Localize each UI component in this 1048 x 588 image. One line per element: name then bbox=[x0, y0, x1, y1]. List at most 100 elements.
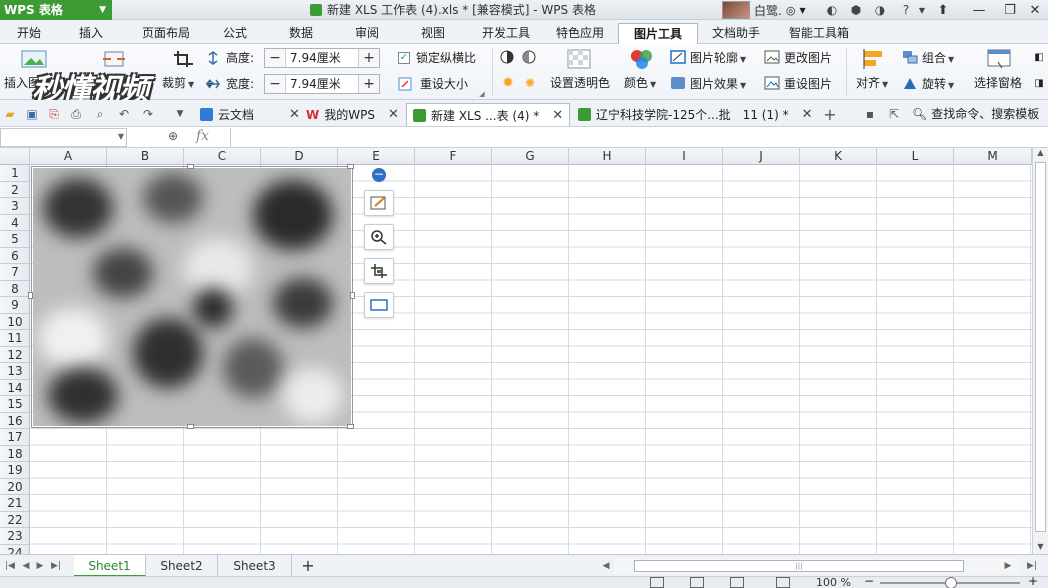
resize-handle[interactable] bbox=[187, 164, 194, 169]
edit-picture-button[interactable] bbox=[364, 190, 394, 216]
tab-my-wps[interactable]: W 我的WPS ✕ bbox=[300, 103, 405, 126]
picture-color-icon[interactable] bbox=[628, 48, 656, 70]
tab-developer[interactable]: 开发工具 bbox=[474, 23, 538, 44]
close-tab-icon[interactable]: ✕ bbox=[552, 108, 563, 123]
tab-page-layout[interactable]: 页面布局 bbox=[132, 23, 200, 44]
column-header[interactable]: B bbox=[107, 148, 184, 165]
zoom-out-icon[interactable]: − bbox=[864, 577, 874, 588]
page-break-view-icon[interactable] bbox=[690, 577, 704, 588]
picture-outline-button[interactable]: 图片轮廓 ▼ bbox=[690, 51, 746, 67]
row-header[interactable]: 17 bbox=[0, 429, 29, 446]
redo-icon[interactable]: ↷ bbox=[140, 106, 156, 122]
row-header[interactable]: 23 bbox=[0, 528, 29, 545]
zoom-picture-button[interactable] bbox=[364, 224, 394, 250]
tab-home[interactable]: 开始 bbox=[8, 23, 50, 44]
crop-picture-button[interactable] bbox=[364, 258, 394, 284]
increase-brightness-icon[interactable]: ✹ bbox=[500, 75, 516, 91]
close-button[interactable]: ✕ bbox=[1018, 0, 1048, 20]
undo-icon[interactable]: ↶ bbox=[116, 106, 132, 122]
compress-picture-icon[interactable] bbox=[100, 50, 128, 68]
row-header[interactable]: 15 bbox=[0, 396, 29, 413]
collapse-icon[interactable]: − bbox=[372, 168, 386, 182]
close-tab-icon[interactable]: ✕ bbox=[802, 107, 813, 122]
crop-icon[interactable] bbox=[172, 50, 196, 68]
close-tab-icon[interactable]: ✕ bbox=[289, 107, 300, 122]
width-stepper[interactable]: − 7.94厘米 + bbox=[264, 74, 380, 94]
ribbon-more-icon-2[interactable]: ◨ bbox=[1032, 76, 1046, 90]
height-input[interactable]: 7.94厘米 bbox=[285, 49, 359, 67]
decrease-width-button[interactable]: − bbox=[265, 75, 285, 93]
resize-handle[interactable] bbox=[347, 424, 354, 429]
tab-view[interactable]: 视图 bbox=[412, 23, 454, 44]
selection-pane-icon[interactable] bbox=[986, 48, 1012, 70]
resize-handle[interactable] bbox=[28, 292, 33, 299]
row-header[interactable]: 20 bbox=[0, 479, 29, 495]
decrease-height-button[interactable]: − bbox=[265, 49, 285, 67]
zoom-slider-knob[interactable] bbox=[945, 577, 957, 588]
row-header[interactable]: 6 bbox=[0, 248, 29, 264]
user-account[interactable]: 白鹭. ◎ ▼ bbox=[722, 1, 806, 19]
resize-handle[interactable] bbox=[187, 424, 194, 429]
prev-sheet-icon[interactable]: ◀ bbox=[20, 558, 32, 574]
scroll-up-icon[interactable]: ▲ bbox=[1033, 148, 1048, 160]
customize-toolbar-icon[interactable]: ▼ bbox=[172, 106, 188, 122]
chevron-down-icon[interactable]: ▼ bbox=[118, 132, 124, 141]
skin-switch-icon[interactable]: ◑ bbox=[872, 2, 888, 18]
feedback-icon[interactable]: ◐ bbox=[824, 2, 840, 18]
column-header[interactable]: G bbox=[492, 148, 569, 165]
increase-height-button[interactable]: + bbox=[359, 49, 379, 67]
minimize-button[interactable]: — bbox=[962, 0, 996, 20]
crop-button[interactable]: 裁剪 ▼ bbox=[162, 76, 194, 92]
set-transparent-color-icon[interactable] bbox=[566, 48, 592, 70]
pin-ribbon-button[interactable]: ⬆ bbox=[926, 0, 960, 20]
row-header[interactable]: 11 bbox=[0, 330, 29, 347]
next-sheet-icon[interactable]: ▶ bbox=[34, 558, 46, 574]
name-box[interactable]: ▼ bbox=[0, 128, 127, 147]
avatar[interactable] bbox=[722, 1, 750, 19]
close-tab-icon[interactable]: ✕ bbox=[388, 107, 399, 122]
decrease-brightness-icon[interactable]: ✺ bbox=[522, 75, 538, 91]
wps-menu-button[interactable]: WPS 表格 ▼ bbox=[0, 0, 112, 20]
tab-special-apps[interactable]: 特色应用 bbox=[548, 23, 612, 44]
row-header[interactable]: 5 bbox=[0, 231, 29, 248]
open-folder-icon[interactable]: ▰ bbox=[2, 106, 18, 122]
page-layout-view-icon[interactable] bbox=[730, 577, 744, 588]
scroll-left-icon[interactable]: ◀ bbox=[600, 558, 612, 574]
settings-icon[interactable]: ⬢ bbox=[848, 2, 864, 18]
zoom-formula-icon[interactable]: ⊕ bbox=[168, 129, 184, 145]
row-header[interactable]: 19 bbox=[0, 462, 29, 479]
scroll-end-icon[interactable]: ▶| bbox=[1026, 558, 1038, 574]
row-header[interactable]: 10 bbox=[0, 314, 29, 330]
ribbon-more-icon[interactable]: ◧ bbox=[1032, 50, 1046, 64]
width-input[interactable]: 7.94厘米 bbox=[285, 75, 359, 93]
horizontal-scrollbar[interactable]: ||| bbox=[614, 558, 1020, 574]
row-header[interactable]: 21 bbox=[0, 495, 29, 512]
save-icon[interactable]: ▣ bbox=[24, 106, 40, 122]
row-header[interactable]: 14 bbox=[0, 380, 29, 396]
skin-icon[interactable]: ◎ bbox=[786, 4, 796, 17]
row-header[interactable]: 18 bbox=[0, 446, 29, 462]
sheet-tab-sheet1[interactable]: Sheet1 bbox=[74, 555, 146, 577]
vertical-scroll-thumb[interactable] bbox=[1035, 162, 1046, 532]
row-header[interactable]: 9 bbox=[0, 297, 29, 314]
height-stepper[interactable]: − 7.94厘米 + bbox=[264, 48, 380, 68]
tab-review[interactable]: 审阅 bbox=[346, 23, 388, 44]
tab-other-workbook[interactable]: 辽宁科技学院-125个...批 11 (1) * ✕ bbox=[572, 103, 818, 126]
change-picture-button[interactable]: 更改图片 bbox=[784, 51, 832, 65]
formula-input[interactable] bbox=[230, 128, 1048, 147]
tab-current-workbook[interactable]: 新建 XLS ...表 (4) * ✕ bbox=[406, 103, 571, 126]
reset-size-button[interactable]: 重设大小 bbox=[420, 77, 468, 91]
column-header[interactable]: F bbox=[415, 148, 492, 165]
picture-border-button[interactable] bbox=[364, 292, 394, 318]
selection-pane-button[interactable]: 选择窗格 bbox=[974, 76, 1022, 90]
size-dialog-launcher-icon[interactable]: ◢ bbox=[478, 90, 486, 98]
sheet-tab-sheet3[interactable]: Sheet3 bbox=[218, 555, 292, 577]
insert-picture-icon[interactable] bbox=[20, 50, 48, 68]
row-header[interactable]: 22 bbox=[0, 512, 29, 528]
reading-mode-icon[interactable] bbox=[776, 577, 790, 588]
scroll-right-icon[interactable]: ▶ bbox=[1002, 558, 1014, 574]
tab-insert[interactable]: 插入 bbox=[70, 23, 112, 44]
search-input[interactable]: 查找命令、搜索模板 bbox=[931, 105, 1039, 122]
tab-data[interactable]: 数据 bbox=[280, 23, 322, 44]
scroll-down-icon[interactable]: ▼ bbox=[1033, 542, 1048, 554]
